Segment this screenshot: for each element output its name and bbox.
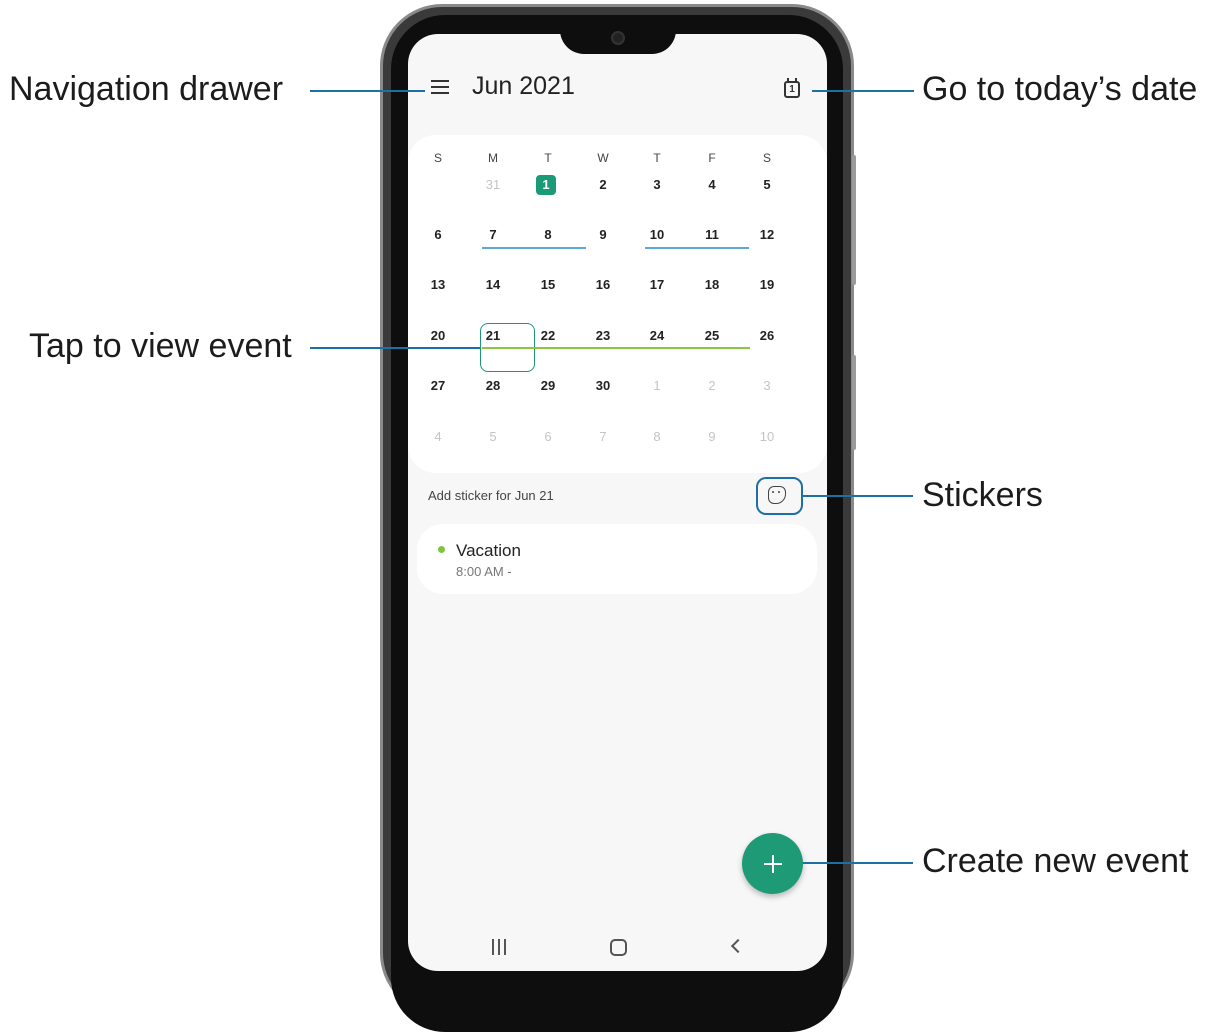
- create-event-button[interactable]: [742, 833, 803, 894]
- calendar-day[interactable]: 6: [418, 227, 458, 242]
- calendar-day[interactable]: 26: [747, 328, 787, 343]
- weekday-header: W: [597, 151, 609, 165]
- calendar-day[interactable]: 22: [528, 328, 568, 343]
- callout-line: [803, 862, 913, 864]
- calendar-today-icon[interactable]: 1: [783, 78, 803, 100]
- calendar-day[interactable]: 4: [418, 429, 458, 444]
- calendar-day[interactable]: 11: [692, 227, 732, 242]
- side-button: [852, 155, 856, 285]
- event-color-dot: [438, 546, 445, 553]
- calendar-day[interactable]: 20: [418, 328, 458, 343]
- home-icon[interactable]: [610, 939, 627, 956]
- recents-icon[interactable]: [491, 939, 507, 955]
- calendar-day[interactable]: 23: [583, 328, 623, 343]
- calendar-day[interactable]: 25: [692, 328, 732, 343]
- calendar-day[interactable]: 28: [473, 378, 513, 393]
- event-bar[interactable]: [482, 347, 750, 349]
- menu-icon[interactable]: [431, 80, 451, 98]
- front-camera: [611, 31, 625, 45]
- calendar-day[interactable]: 27: [418, 378, 458, 393]
- calendar-day[interactable]: 8: [637, 429, 677, 444]
- callout-line: [310, 347, 480, 349]
- calendar-day[interactable]: 2: [692, 378, 732, 393]
- weekday-header: F: [708, 151, 716, 165]
- calendar-day[interactable]: 7: [473, 227, 513, 242]
- weekday-header: S: [762, 151, 771, 165]
- callout-line: [310, 90, 425, 92]
- calendar-day[interactable]: 24: [637, 328, 677, 343]
- calendar-day[interactable]: 3: [747, 378, 787, 393]
- calendar-day[interactable]: 1: [637, 378, 677, 393]
- callout-navigation-drawer: Navigation drawer: [9, 70, 284, 108]
- event-bar[interactable]: [645, 247, 749, 249]
- callout-stickers: Stickers: [922, 476, 1043, 514]
- calendar-day[interactable]: 10: [747, 429, 787, 444]
- callout-line: [812, 90, 914, 92]
- calendar-day[interactable]: 15: [528, 277, 568, 292]
- calendar-day[interactable]: 30: [418, 177, 458, 192]
- event-bar[interactable]: [482, 247, 586, 249]
- calendar-day[interactable]: 7: [583, 429, 623, 444]
- callout-go-to-today: Go to today’s date: [922, 70, 1198, 108]
- calendar-day[interactable]: 9: [692, 429, 732, 444]
- calendar-day[interactable]: 10: [637, 227, 677, 242]
- weekday-header: S: [433, 151, 442, 165]
- add-icon: [764, 863, 782, 865]
- calendar-day[interactable]: 6: [528, 429, 568, 444]
- calendar-day[interactable]: 3: [637, 177, 677, 192]
- weekday-header: M: [488, 151, 498, 165]
- callout-line: [803, 495, 913, 497]
- calendar-day[interactable]: 14: [473, 277, 513, 292]
- callout-create-new-event: Create new event: [922, 842, 1189, 880]
- calendar-day[interactable]: 8: [528, 227, 568, 242]
- today-icon-number: 1: [789, 84, 795, 95]
- event-time: 8:00 AM -: [456, 564, 512, 579]
- calendar-day[interactable]: 5: [473, 429, 513, 444]
- calendar-day[interactable]: 17: [637, 277, 677, 292]
- calendar-day[interactable]: 19: [747, 277, 787, 292]
- calendar-day-today[interactable]: 1: [526, 177, 566, 192]
- calendar-day[interactable]: 9: [583, 227, 623, 242]
- event-title[interactable]: Vacation: [456, 541, 521, 561]
- calendar-day[interactable]: 13: [418, 277, 458, 292]
- calendar-day[interactable]: 30: [583, 378, 623, 393]
- calendar-day-selected[interactable]: 21: [473, 328, 513, 343]
- calendar-day[interactable]: 12: [747, 227, 787, 242]
- calendar-day[interactable]: 5: [747, 177, 787, 192]
- calendar-day[interactable]: 31: [473, 177, 513, 192]
- calendar-day[interactable]: 16: [583, 277, 623, 292]
- callout-tap-to-view-event: Tap to view event: [29, 327, 292, 365]
- calendar-day[interactable]: 4: [692, 177, 732, 192]
- weekday-header: T: [653, 151, 661, 165]
- weekday-header: T: [544, 151, 552, 165]
- side-button: [852, 355, 856, 450]
- calendar-day[interactable]: 18: [692, 277, 732, 292]
- add-sticker-label[interactable]: Add sticker for Jun 21: [428, 488, 554, 503]
- calendar-day[interactable]: 29: [528, 378, 568, 393]
- month-title[interactable]: Jun 2021: [472, 72, 575, 101]
- calendar-day[interactable]: 2: [583, 177, 623, 192]
